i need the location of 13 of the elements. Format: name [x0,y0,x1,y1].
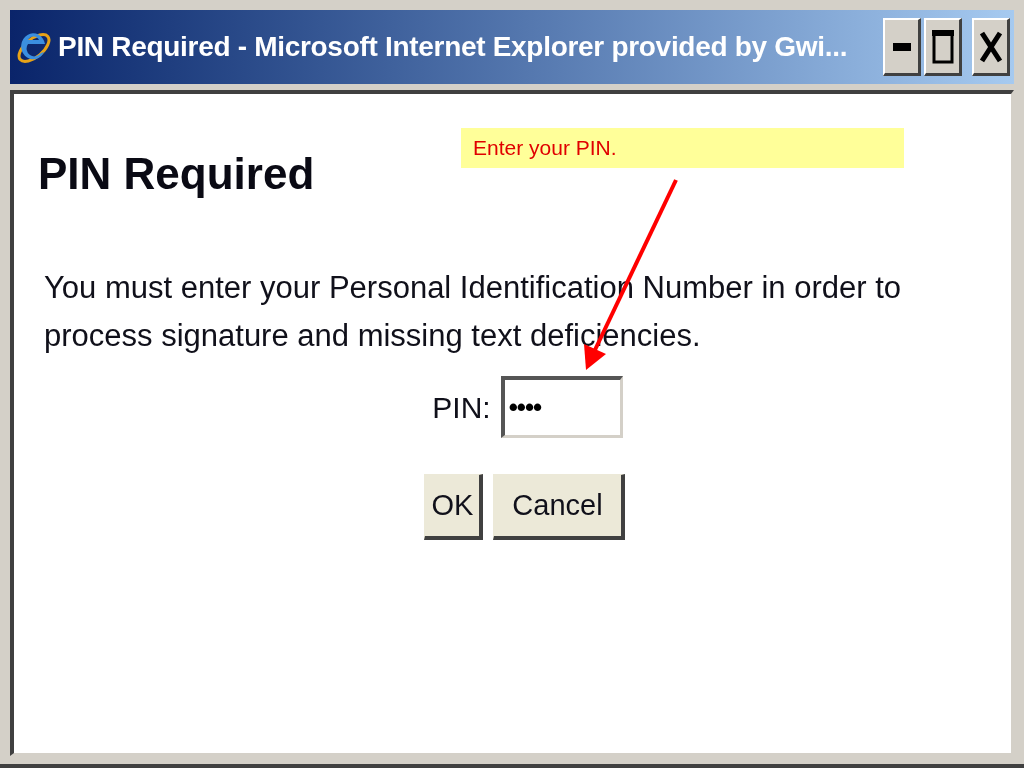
minimize-icon [892,42,911,51]
maximize-icon [931,29,954,64]
minimize-button[interactable] [883,18,921,76]
dialog-button[interactable]: OK [424,474,484,540]
close-button[interactable] [972,18,1010,76]
window-title: PIN Required - Microsoft Internet Explorer provided by Gwi... [58,30,849,64]
maximize-button[interactable] [924,18,962,76]
pin-field[interactable]: •••• [500,376,623,438]
close-icon [979,30,1002,63]
page-heading: PIN Required [38,152,316,196]
dialog-button[interactable]: Cancel [493,474,625,540]
callout-note: Enter your PIN. [461,128,904,168]
pin-label: PIN: [432,389,491,426]
